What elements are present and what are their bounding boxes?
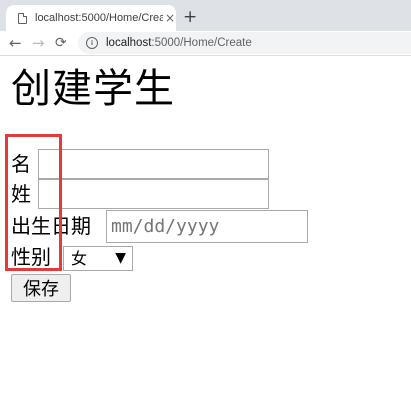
save-button[interactable]: 保存 [11, 274, 71, 302]
url-path: :5000/Home/Create [151, 37, 252, 49]
birth-date-label: 出生日期 [11, 214, 91, 238]
browser-chrome: localhost:5000/Home/Create × + ← → ⟳ i l… [0, 0, 411, 56]
last-name-label: 姓 [11, 182, 31, 206]
url-host: localhost [106, 37, 152, 49]
address-bar[interactable]: i localhost:5000/Home/Create [78, 32, 411, 54]
url-text[interactable]: localhost:5000/Home/Create [106, 37, 252, 49]
browser-tab[interactable]: localhost:5000/Home/Create × [6, 5, 176, 31]
page-content: 创建学生 名 姓 出生日期 性别 女 ▼ 保存 [0, 57, 411, 403]
info-icon[interactable]: i [86, 37, 98, 49]
reload-icon[interactable]: ⟳ [55, 35, 67, 51]
new-tab-icon[interactable]: + [183, 8, 197, 26]
gender-label: 性别 [11, 245, 51, 269]
page-icon [18, 12, 27, 24]
dropdown-arrow-icon: ▼ [115, 250, 126, 266]
page-title: 创建学生 [11, 66, 175, 112]
first-name-input[interactable] [38, 149, 269, 179]
last-name-input[interactable] [38, 179, 269, 209]
birth-date-input[interactable] [106, 210, 308, 243]
browser-toolbar: ← → ⟳ i localhost:5000/Home/Create [0, 31, 411, 56]
gender-select[interactable]: 女 ▼ [63, 246, 133, 271]
gender-selected-value: 女 [71, 249, 88, 268]
first-name-label: 名 [11, 152, 31, 176]
tab-title: localhost:5000/Home/Create [35, 12, 163, 24]
close-tab-icon[interactable]: × [165, 11, 175, 25]
forward-arrow-icon[interactable]: → [32, 35, 45, 51]
back-arrow-icon[interactable]: ← [9, 35, 22, 51]
